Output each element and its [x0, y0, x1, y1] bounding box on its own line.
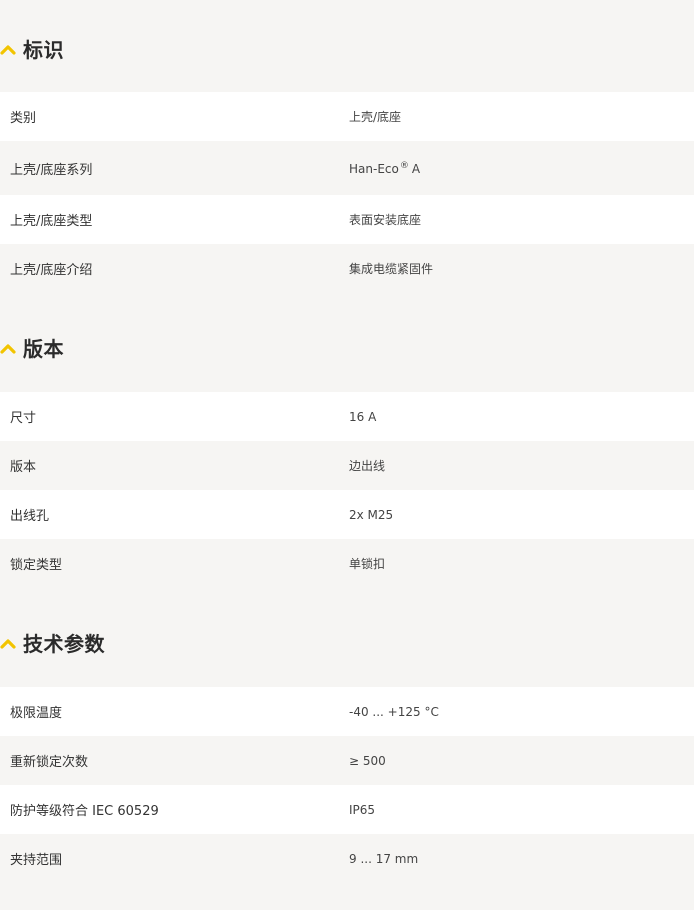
table-row: 上壳/底座类型 表面安装底座: [0, 195, 694, 244]
row-label: 夹持范围: [10, 853, 63, 868]
row-label: 防护等级符合 IEC 60529: [10, 804, 159, 819]
table-row: 锁定类型 单锁扣: [0, 539, 694, 588]
row-value: 边出线: [349, 459, 386, 473]
row-value: 上壳/底座: [349, 110, 402, 124]
table-row: 防护等级符合 IEC 60529 IP65: [0, 785, 694, 834]
row-label: 上壳/底座类型: [10, 214, 93, 229]
section-header-version[interactable]: 版本: [0, 323, 694, 372]
section-title: 技术参数: [23, 632, 105, 656]
row-value: 集成电缆紧固件: [349, 262, 434, 276]
table-row: 重新锁定次数 ≥ 500: [0, 736, 694, 785]
row-label: 类别: [10, 111, 37, 126]
chevron-up-icon: [0, 39, 18, 59]
spec-table-version: 尺寸 16 A 版本 边出线 出线孔 2x M25 锁定类型 单锁扣: [0, 392, 694, 588]
row-label: 版本: [10, 460, 37, 475]
row-value: 2x M25: [349, 507, 394, 522]
row-label: 极限温度: [10, 706, 63, 721]
table-row: 上壳/底座介绍 集成电缆紧固件: [0, 244, 694, 293]
section-title: 版本: [23, 337, 64, 361]
row-label: 出线孔: [10, 509, 50, 524]
row-label: 重新锁定次数: [10, 755, 89, 770]
row-value: -40 ... +125 °C: [349, 704, 439, 719]
section-title: 标识: [23, 38, 64, 62]
table-row: 出线孔 2x M25: [0, 490, 694, 539]
section-header-identification[interactable]: 标识: [0, 24, 694, 73]
table-row: 尺寸 16 A: [0, 392, 694, 441]
row-label: 尺寸: [10, 411, 37, 426]
row-value: Han-Eco® A: [349, 160, 421, 176]
spec-table-technical-data: 极限温度 -40 ... +125 °C 重新锁定次数 ≥ 500 防护等级符合…: [0, 687, 694, 883]
chevron-up-icon: [0, 633, 18, 653]
row-value: IP65: [349, 802, 376, 817]
row-value: 单锁扣: [349, 557, 386, 571]
row-value: 16 A: [349, 409, 377, 424]
table-row: 上壳/底座系列 Han-Eco® A: [0, 141, 694, 195]
table-row: 版本 边出线: [0, 441, 694, 490]
table-row: 类别 上壳/底座: [0, 92, 694, 141]
section-header-technical-data[interactable]: 技术参数: [0, 618, 694, 667]
row-label: 上壳/底座系列: [10, 162, 93, 178]
chevron-up-icon: [0, 338, 18, 358]
table-row: 极限温度 -40 ... +125 °C: [0, 687, 694, 736]
row-value: 表面安装底座: [349, 213, 422, 227]
page: 标识 类别 上壳/底座 上壳/底座系列 Han-Eco® A 上壳/底座类型 表面…: [0, 0, 694, 910]
registered-mark: ®: [399, 160, 409, 171]
row-label: 上壳/底座介绍: [10, 263, 93, 278]
row-value: ≥ 500: [349, 753, 386, 768]
spec-table-identification: 类别 上壳/底座 上壳/底座系列 Han-Eco® A 上壳/底座类型 表面安装底…: [0, 92, 694, 293]
row-value: 9 ... 17 mm: [349, 851, 419, 866]
table-row: 夹持范围 9 ... 17 mm: [0, 834, 694, 883]
row-label: 锁定类型: [10, 558, 63, 573]
